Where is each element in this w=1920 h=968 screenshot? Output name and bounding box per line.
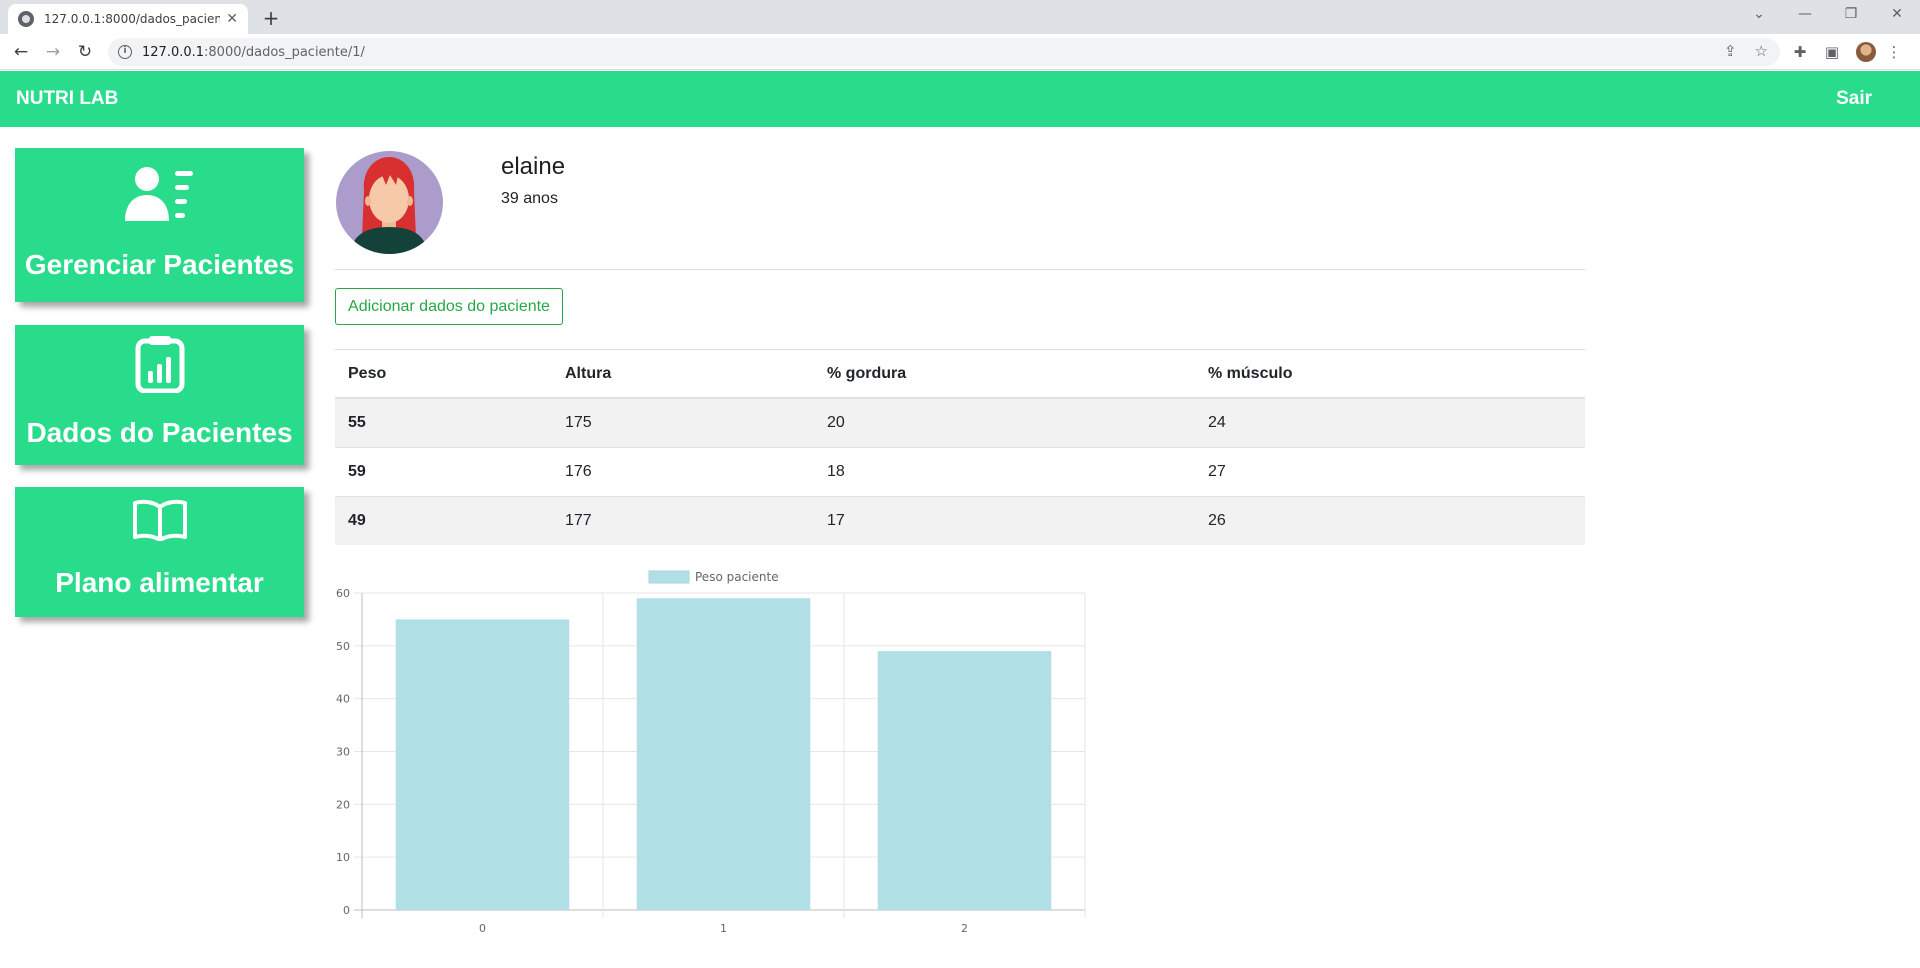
cell-gordura: 17 [814, 495, 1195, 545]
x-tick-label: 2 [961, 922, 968, 935]
add-patient-data-button[interactable]: Adicionar dados do paciente [335, 288, 563, 325]
patient-name: elaine [501, 153, 566, 180]
bar [395, 619, 570, 910]
patients-list-icon [15, 165, 304, 221]
back-icon[interactable]: ← [9, 40, 33, 64]
extensions-icon[interactable]: ✚ [1790, 40, 1810, 64]
table-row: 55 175 20 24 [335, 397, 1585, 447]
url-host: 127.0.0.1 [142, 44, 205, 60]
cell-altura: 176 [552, 446, 814, 496]
y-tick-label: 0 [343, 904, 350, 917]
restore-button[interactable]: ❐ [1828, 0, 1874, 30]
browser-tabstrip: 127.0.0.1:8000/dados_paciente/1 ✕ + ⌄ — … [0, 0, 1920, 34]
column-header-musculo: % músculo [1195, 350, 1585, 399]
cell-peso: 49 [335, 495, 552, 545]
tab-title: 127.0.0.1:8000/dados_paciente/1 [44, 12, 221, 26]
y-tick-label: 10 [336, 851, 350, 864]
cell-altura: 177 [552, 495, 814, 545]
divider [335, 269, 1585, 270]
url-path: :8000/dados_paciente/1/ [204, 44, 365, 60]
cell-musculo: 27 [1195, 446, 1585, 496]
sidebar-item-dados-pacientes[interactable]: Dados do Pacientes [15, 325, 304, 465]
column-header-altura: Altura [552, 350, 814, 399]
y-tick-label: 50 [336, 640, 350, 653]
bar [636, 598, 811, 910]
column-header-gordura: % gordura [814, 350, 1195, 399]
cell-peso: 59 [335, 446, 552, 496]
cell-musculo: 26 [1195, 495, 1585, 545]
patient-age: 39 anos [501, 190, 558, 207]
browser-toolbar: ← → ↻ i 127.0.0.1:8000/dados_paciente/1/… [0, 34, 1920, 70]
table-row: 49 177 17 26 [335, 495, 1585, 545]
reload-icon[interactable]: ↻ [73, 40, 97, 64]
cell-peso: 55 [335, 397, 552, 447]
sidebar-item-plano-alimentar[interactable]: Plano alimentar [15, 487, 304, 617]
clipboard-chart-icon [15, 335, 304, 393]
sidebar-item-label: Plano alimentar [55, 567, 264, 598]
sidebar-item-label: Gerenciar Pacientes [24, 249, 295, 280]
cell-altura: 175 [552, 397, 814, 447]
x-tick-label: 1 [720, 922, 727, 935]
patient-avatar [336, 151, 443, 254]
close-tab-icon[interactable]: ✕ [226, 11, 238, 27]
brand-logo[interactable]: NUTRI LAB [16, 88, 118, 110]
y-tick-label: 40 [336, 693, 350, 706]
y-tick-label: 20 [336, 798, 350, 811]
minimize-button[interactable]: — [1782, 0, 1828, 30]
y-tick-label: 30 [336, 746, 350, 759]
profile-avatar[interactable] [1856, 42, 1876, 62]
sidebar-item-label: Dados do Pacientes [26, 417, 293, 448]
forward-icon[interactable]: → [41, 40, 65, 64]
cell-gordura: 20 [814, 397, 1195, 447]
close-window-button[interactable]: ✕ [1874, 0, 1920, 30]
y-tick-label: 60 [336, 587, 350, 600]
sidebar-item-gerenciar-pacientes[interactable]: Gerenciar Pacientes [15, 148, 304, 302]
app-header: NUTRI LAB Sair [0, 71, 1920, 127]
address-bar[interactable]: i 127.0.0.1:8000/dados_paciente/1/ ⇪ ☆ [108, 38, 1780, 66]
share-icon[interactable]: ⇪ [1724, 42, 1737, 60]
browser-tab[interactable]: 127.0.0.1:8000/dados_paciente/1 ✕ [8, 4, 248, 34]
legend-label: Peso paciente [695, 570, 779, 584]
cell-gordura: 18 [814, 446, 1195, 496]
side-panel-icon[interactable]: ▣ [1822, 40, 1842, 64]
table-row: 59 176 18 27 [335, 446, 1585, 496]
bar [877, 651, 1052, 910]
open-book-icon [15, 499, 304, 541]
x-tick-label: 0 [479, 922, 486, 935]
tab-search-icon[interactable]: ⌄ [1736, 0, 1782, 30]
menu-icon[interactable]: ⋮ [1884, 40, 1904, 64]
table-header-row: Peso Altura % gordura % músculo [335, 350, 1585, 399]
site-info-icon[interactable]: i [118, 45, 132, 59]
bookmark-star-icon[interactable]: ☆ [1755, 42, 1768, 60]
legend-swatch [648, 570, 690, 584]
patient-data-table: Peso Altura % gordura % músculo 55 175 2… [335, 350, 1585, 545]
globe-icon [18, 11, 34, 27]
weight-bar-chart: 0 10 20 30 40 50 60 0 1 2 Peso paciente [336, 570, 1086, 935]
new-tab-button[interactable]: + [258, 5, 284, 31]
logout-link[interactable]: Sair [1836, 88, 1872, 110]
cell-musculo: 24 [1195, 397, 1585, 447]
column-header-peso: Peso [335, 350, 552, 399]
